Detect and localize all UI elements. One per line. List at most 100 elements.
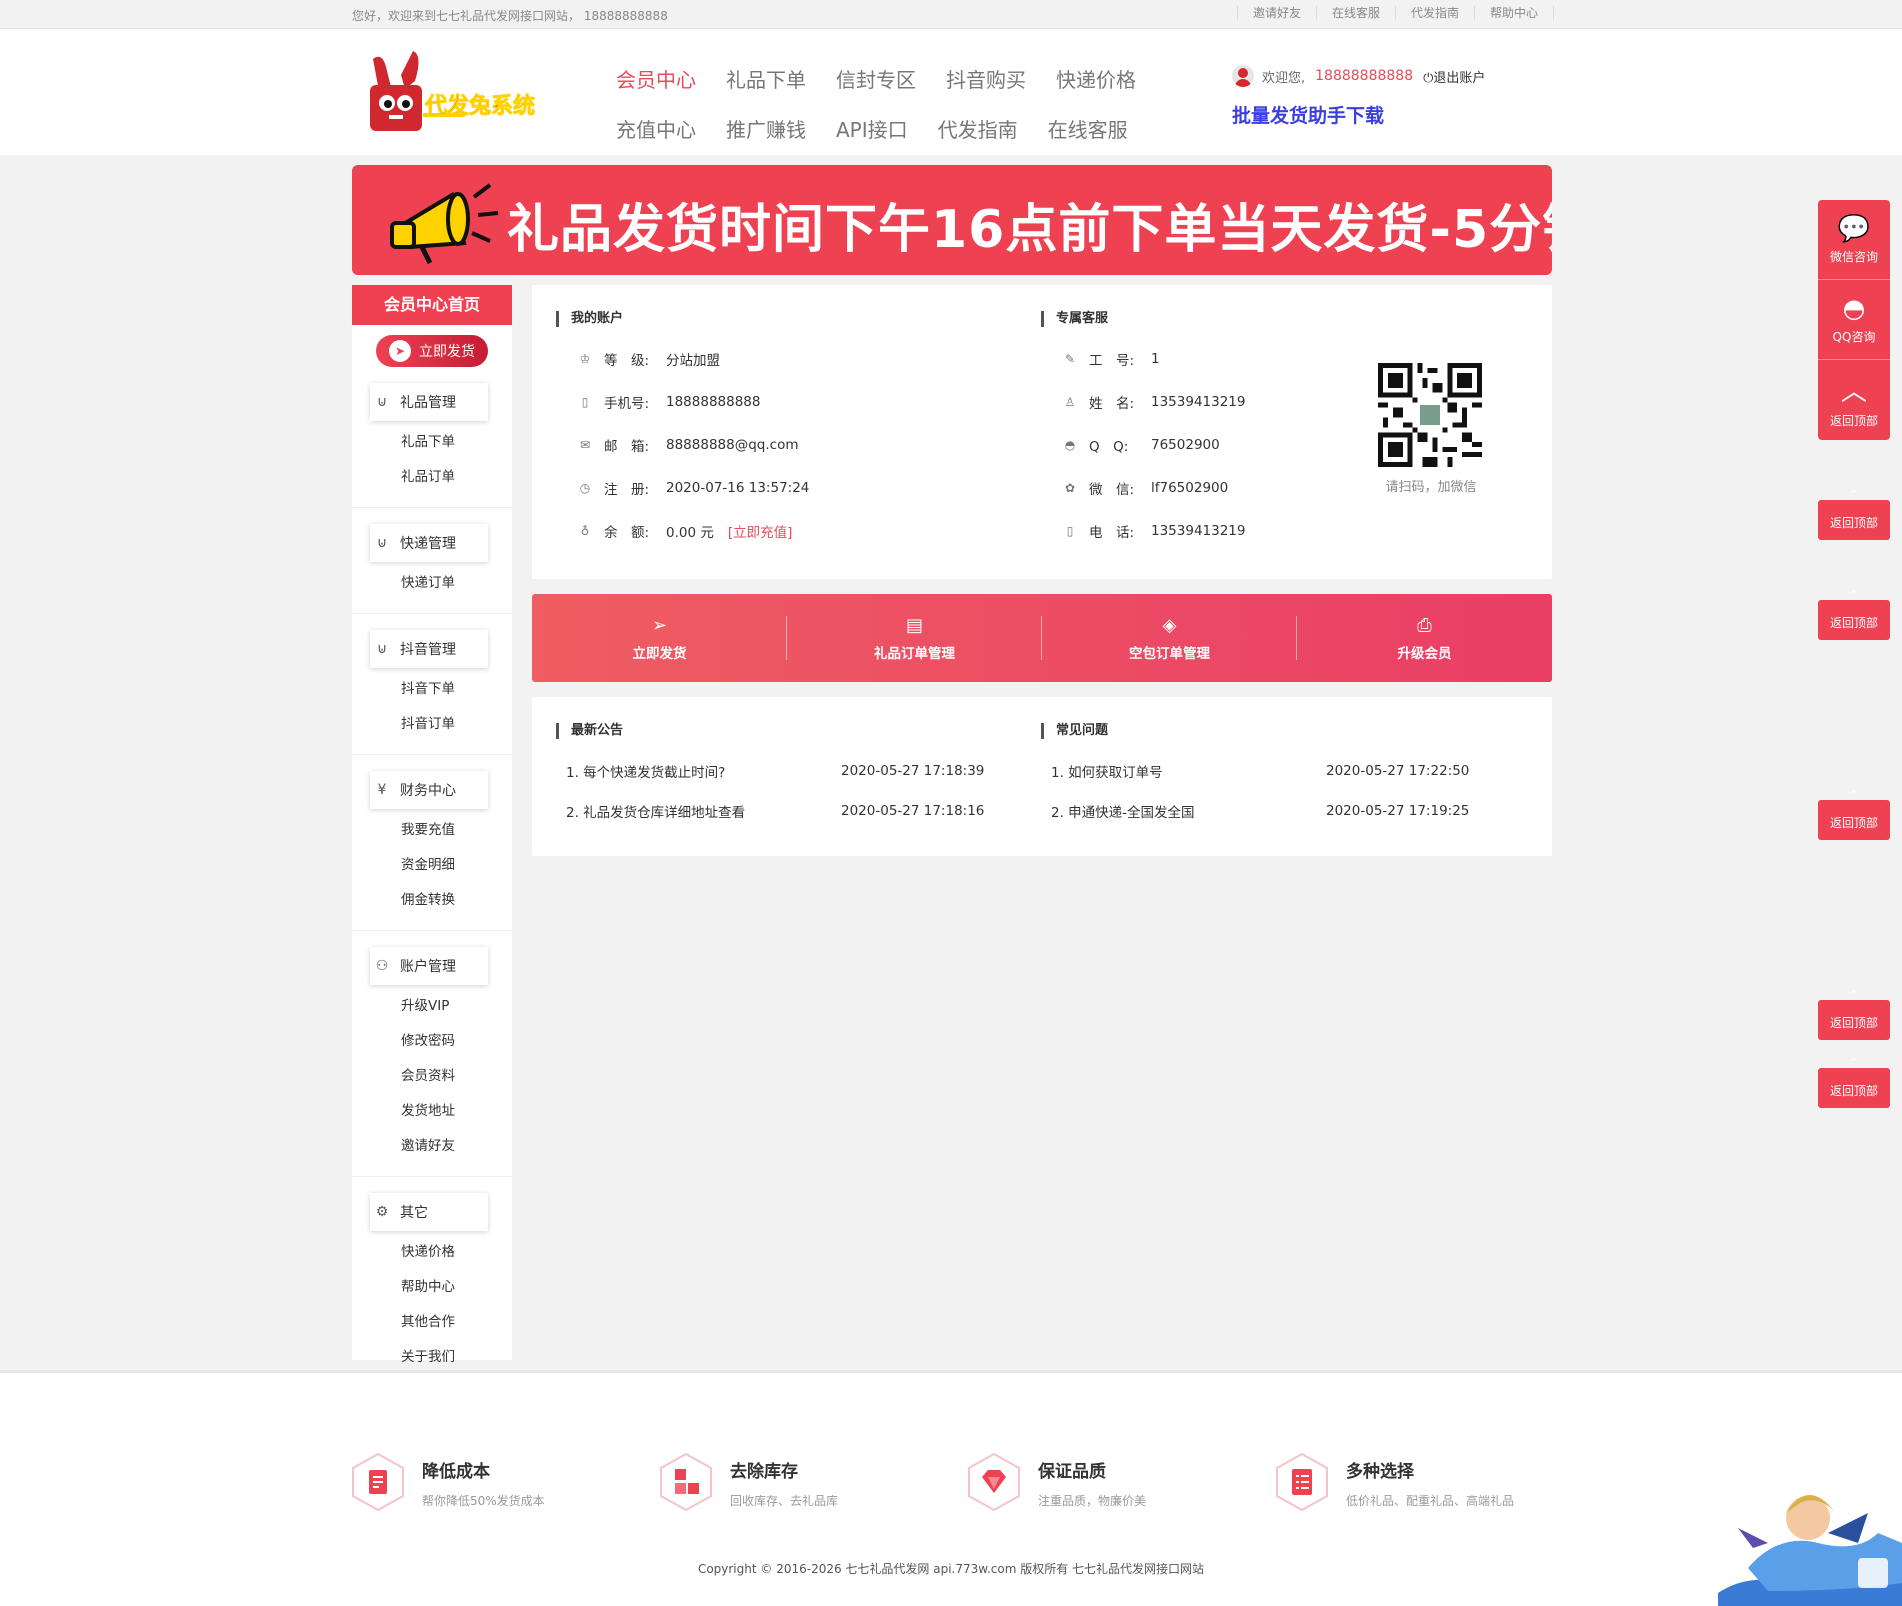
feature-sub: 回收库存、去礼品库: [730, 1494, 839, 1508]
info-value: 18888888888: [666, 393, 761, 410]
sidebar-item[interactable]: 抖音下单: [401, 672, 512, 707]
power-icon: ⏻: [1423, 70, 1434, 86]
promo-banner: 礼品发货时间下午16点前下单当天发货-5分钟出单号: [352, 165, 1552, 275]
nav-douyin[interactable]: 抖音购买: [946, 64, 1026, 93]
nav-envelope[interactable]: 信封专区: [836, 64, 916, 93]
news-item[interactable]: 1. 每个快递发货截止时间? 2020-05-27 17:18:39: [556, 751, 1016, 791]
action-upgrade-member[interactable]: ⎙ 升级会员: [1297, 594, 1552, 682]
sidebar-group-header[interactable]: ⚙ 其它: [370, 1193, 488, 1231]
top-link-service[interactable]: 在线客服: [1316, 6, 1395, 20]
sidebar-item[interactable]: 佣金转换: [401, 883, 512, 918]
sidebar-item[interactable]: 礼品下单: [401, 425, 512, 460]
info-value: 分站加盟: [666, 352, 720, 369]
my-account-title: 我的账户: [556, 311, 809, 327]
back-to-top-button[interactable]: 返回顶部: [1818, 986, 1890, 1040]
nav-gift-order[interactable]: 礼品下单: [726, 64, 806, 93]
sidebar-item[interactable]: 抖音订单: [401, 707, 512, 742]
sidebar-group-header[interactable]: ⊍ 抖音管理: [370, 630, 488, 668]
sidebar-item[interactable]: 快递价格: [401, 1235, 512, 1270]
sidebar-group-header[interactable]: ⊍ 礼品管理: [370, 383, 488, 421]
sidebar-item[interactable]: 我要充值: [401, 813, 512, 848]
avatar: [1232, 65, 1254, 87]
top-bar: 您好，欢迎来到七七礼品代发网接口网站， 18888888888 邀请好友 在线客…: [0, 0, 1902, 29]
info-row: ▯ 电 话: 13539413219: [1041, 509, 1246, 552]
info-value: 88888888@qq.com: [666, 436, 799, 453]
wechat-icon: ✿: [1064, 480, 1076, 495]
sidebar-item[interactable]: 快递订单: [401, 566, 512, 601]
wechat-qr-code: [1378, 363, 1482, 467]
sidebar-item[interactable]: 资金明细: [401, 848, 512, 883]
news-card: 最新公告 1. 每个快递发货截止时间? 2020-05-27 17:18:39 2…: [532, 697, 1552, 856]
faq-item[interactable]: 1. 如何获取订单号 2020-05-27 17:22:50: [1041, 751, 1501, 791]
copyright: Copyright © 2016-2026 七七礼品代发网 api.773w.c…: [697, 1562, 1205, 1576]
dedicated-service: 专属客服 ✎ 工 号: 1 ♙ 姓 名: 13539413219 ◓ Q Q: 76502900…: [1041, 311, 1245, 552]
feature-choices: 多种选择 低价礼品、配重礼品、高端礼品: [1276, 1453, 1514, 1511]
action-gift-orders[interactable]: ▤ 礼品订单管理: [787, 594, 1042, 682]
action-quick-ship[interactable]: ➢ 立即发货: [532, 594, 787, 682]
wechat-consult-button[interactable]: 💬 微信咨询: [1818, 200, 1890, 280]
checklist-icon: [1276, 1453, 1328, 1511]
nav-member-center[interactable]: 会员中心: [616, 64, 696, 93]
sidebar-item[interactable]: 会员资料: [401, 1059, 512, 1094]
back-to-top-button[interactable]: 返回顶部: [1818, 486, 1890, 540]
sidebar-group-header[interactable]: ⊍ 快递管理: [370, 524, 488, 562]
top-link-guide[interactable]: 代发指南: [1395, 6, 1474, 20]
float-toolbar: 💬 微信咨询 ◓ QQ咨询 ︿ 返回顶部: [1818, 200, 1890, 440]
sidebar: 会员中心首页 ➤ 立即发货 ⊍ 礼品管理礼品下单 礼品订单 ⊍ 快递管理快递订单 ⊍ 抖音管…: [352, 285, 512, 1365]
info-row: ♙ 姓 名: 13539413219: [1041, 380, 1246, 423]
sidebar-item[interactable]: 礼品订单: [401, 460, 512, 495]
info-label: Q Q:: [1089, 438, 1129, 455]
nav-guide[interactable]: 代发指南: [938, 114, 1018, 143]
back-to-top-button[interactable]: 返回顶部: [1818, 1054, 1890, 1108]
news-item[interactable]: 2. 礼品发货仓库详细地址查看 2020-05-27 17:18:16: [556, 791, 1016, 831]
back-to-top-button[interactable]: 返回顶部: [1818, 586, 1890, 640]
info-label: 注 册:: [604, 481, 650, 498]
mascot-image: [1718, 1494, 1902, 1606]
info-row: ♁ 余 额: 0.00 元 [立即充值]: [556, 509, 809, 552]
sidebar-item[interactable]: 修改密码: [401, 1024, 512, 1059]
sidebar-group-header[interactable]: ⚇ 账户管理: [370, 947, 488, 985]
qq-icon: ◓: [1842, 294, 1866, 324]
mobile-icon: ▯: [581, 394, 589, 409]
qq-consult-button[interactable]: ◓ QQ咨询: [1818, 280, 1890, 360]
nav-service[interactable]: 在线客服: [1048, 114, 1128, 143]
person-icon: ♙: [1064, 394, 1076, 409]
sidebar-group: ⊍ 快递管理快递订单: [352, 508, 512, 614]
logout-button[interactable]: ⏻退出账户: [1423, 67, 1485, 86]
info-value: 13539413219: [1151, 393, 1246, 410]
nav-recharge[interactable]: 充值中心: [616, 114, 696, 143]
faq-item[interactable]: 2. 申通快递-全国发全国 2020-05-27 17:19:25: [1041, 791, 1501, 831]
feature-title: 降低成本: [422, 1462, 490, 1482]
clock-icon: ◷: [579, 480, 591, 495]
sidebar-title[interactable]: 会员中心首页: [352, 285, 512, 325]
crown-icon: ♔: [579, 351, 591, 366]
back-to-top-button[interactable]: ︿ 返回顶部: [1818, 360, 1890, 440]
sidebar-item[interactable]: 其他合作: [401, 1305, 512, 1340]
welcome-text: 欢迎您,: [1262, 70, 1306, 86]
quick-ship-button[interactable]: ➤ 立即发货: [376, 335, 488, 367]
sidebar-item[interactable]: 邀请好友: [401, 1129, 512, 1164]
feature-quality: 保证品质 注重品质，物廉价美: [968, 1453, 1146, 1511]
banner-text: 礼品发货时间下午16点前下单当天发货-5分钟出单号: [507, 200, 1552, 260]
feature-sub: 低价礼品、配重礼品、高端礼品: [1346, 1494, 1515, 1508]
action-empty-package-orders[interactable]: ◈ 空包订单管理: [1042, 594, 1297, 682]
user-phone: 18888888888: [1315, 68, 1414, 84]
back-to-top-button[interactable]: 返回顶部: [1818, 786, 1890, 840]
recharge-link[interactable]: [立即充值]: [728, 525, 793, 541]
top-link-help[interactable]: 帮助中心: [1474, 6, 1555, 20]
info-value: 76502900: [1151, 436, 1220, 453]
sidebar-item[interactable]: 帮助中心: [401, 1270, 512, 1305]
list-icon: ▤: [905, 614, 923, 636]
sidebar-item[interactable]: 发货地址: [401, 1094, 512, 1129]
download-link[interactable]: 批量发货助手下载: [1232, 101, 1485, 128]
sidebar-group-label: 其它: [400, 1205, 428, 1221]
top-link-invite[interactable]: 邀请好友: [1237, 6, 1316, 20]
site-logo[interactable]: 代发兔系统: [365, 51, 550, 141]
info-row: ✎ 工 号: 1: [1041, 337, 1245, 380]
svg-text:代发兔系统: 代发兔系统: [424, 93, 535, 119]
nav-api[interactable]: API接口: [836, 114, 908, 143]
nav-express-price[interactable]: 快递价格: [1056, 64, 1136, 93]
nav-promote[interactable]: 推广赚钱: [726, 114, 806, 143]
sidebar-group-header[interactable]: ¥ 财务中心: [370, 771, 488, 809]
sidebar-item[interactable]: 升级VIP: [401, 989, 512, 1024]
